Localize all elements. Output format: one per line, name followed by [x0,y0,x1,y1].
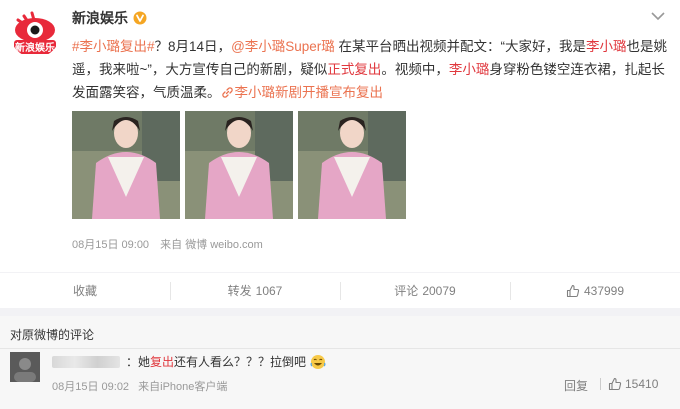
weibo-post: 新浪娱乐 新浪娱乐 #李小璐复出#？8月14日，@李小璐Super璐 在某平台晒… [0,0,680,268]
keyword-highlight[interactable]: 复出 [150,353,174,370]
post-meta: 08月15日 09:00 来自 微博 weibo.com [72,236,263,252]
divider [0,348,680,349]
author-avatar[interactable]: 新浪娱乐 [10,8,60,58]
like-button[interactable]: 437999 [510,273,680,308]
verified-v-icon [133,11,147,25]
post-source[interactable]: 微博 weibo.com [185,239,263,251]
post-image[interactable] [185,111,293,219]
weibo-eye-logo: 新浪娱乐 [10,8,60,58]
hashtag-link[interactable]: #李小璐复出# [72,39,155,54]
comment-body: ：她复出 还有人看么？？？拉倒吧 [52,353,326,370]
image-gallery [72,111,406,219]
comment-meta: 08月15日 09:02 来自iPhone客户端 [52,378,227,394]
repost-button[interactable]: 转发 1067 [170,273,340,308]
collect-button[interactable]: 收藏 [0,273,170,308]
laughing-emoji-icon [310,354,326,369]
name-highlight[interactable]: 李小璐 [586,39,627,54]
link-icon [221,87,233,98]
thumbs-up-icon [608,377,622,391]
comment-button[interactable]: 评论 20079 [340,273,510,308]
reply-button[interactable]: 回复 [564,377,588,394]
section-divider [0,308,680,316]
comment-section: 对原微博的评论 ：她复出 还有人看么？？？拉倒吧 08月15日 09:02 来自i… [0,316,680,409]
action-bar: 收藏 转发 1067 评论 20079 437999 [0,272,680,308]
commenter-avatar[interactable] [10,352,40,382]
author-name-row: 新浪娱乐 [72,8,147,28]
divider [600,378,601,390]
post-image[interactable] [298,111,406,219]
comment-like-button[interactable]: 15410 [608,377,658,391]
comment-source: 来自iPhone客户端 [138,381,228,393]
post-text: #李小璐复出#？8月14日，@李小璐Super璐 在某平台晒出视频并配文：“大家… [72,39,668,100]
commenter-name-blurred[interactable] [52,355,120,368]
name-highlight[interactable]: 李小璐 [449,62,490,77]
post-time[interactable]: 08月15日 09:00 [72,239,149,251]
keyword-highlight[interactable]: 正式复出 [327,62,381,77]
comments-title: 对原微博的评论 [10,328,95,342]
author-name[interactable]: 新浪娱乐 [72,8,128,28]
topic-link[interactable]: 李小璐新剧开播宣布复出 [221,85,383,100]
chevron-down-icon[interactable] [650,10,666,22]
svg-text:新浪娱乐: 新浪娱乐 [15,41,55,54]
mention-link[interactable]: @李小璐Super璐 [231,39,335,54]
comment-time: 08月15日 09:02 [52,381,130,393]
source-prefix: 来自 [160,239,183,251]
thumbs-up-icon [566,284,580,297]
post-image[interactable] [72,111,180,219]
